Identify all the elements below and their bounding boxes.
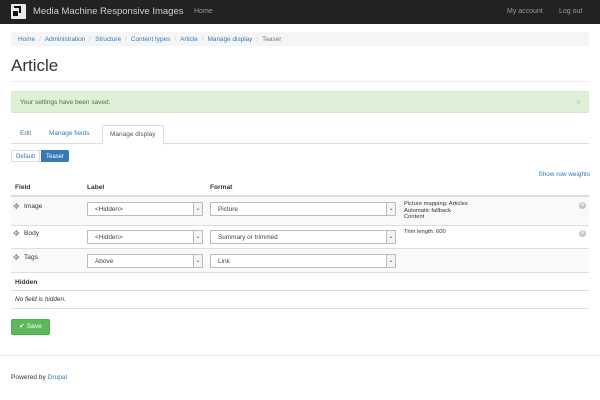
tab-manage-display[interactable]: Manage display — [102, 125, 164, 145]
format-select[interactable]: Link ⌄ — [210, 254, 396, 268]
label-select[interactable]: <Hidden> ⌄ — [87, 230, 203, 244]
save-button[interactable]: ✔ Save — [11, 319, 50, 335]
chevron-down-icon: ⌄ — [193, 231, 202, 243]
formatter-summary: Trim length: 600 — [404, 229, 446, 236]
breadcrumb-separator: / — [39, 35, 41, 43]
chevron-down-icon: ⌄ — [386, 231, 395, 243]
primary-tabs: Edit Manage fields Manage display — [11, 125, 589, 145]
breadcrumb-structure[interactable]: Structure — [95, 36, 121, 43]
summary-line: Content — [404, 214, 425, 221]
formatter-summary: Picture mapping: Articles Automatic fall… — [404, 201, 468, 221]
format-select-value: Summary or trimmed — [218, 234, 278, 241]
label-select[interactable]: <Hidden> ⌄ — [87, 202, 203, 216]
hidden-region-heading: Hidden — [15, 279, 38, 286]
row-divider — [11, 308, 589, 309]
title-divider — [11, 81, 589, 82]
top-navbar: Media Machine Responsive Images Home My … — [0, 0, 600, 24]
column-header-field: Field — [15, 184, 31, 191]
breadcrumb: Home / Administration / Structure / Content… — [11, 32, 589, 46]
column-header-format: Format — [210, 184, 233, 191]
format-select-value: Link — [218, 258, 230, 265]
breadcrumb-separator: / — [125, 35, 127, 43]
breadcrumb-administration[interactable]: Administration — [45, 36, 86, 43]
close-icon[interactable]: × — [576, 97, 581, 107]
nav-home-link[interactable]: Home — [194, 8, 213, 15]
column-header-label: Label — [87, 184, 105, 191]
label-select-value: Above — [95, 258, 114, 265]
breadcrumb-content-types[interactable]: Content types — [131, 36, 170, 43]
label-select-value: <Hidden> — [95, 206, 123, 213]
footer-divider — [0, 355, 600, 356]
chevron-down-icon: ⌄ — [193, 203, 202, 215]
breadcrumb-manage-display[interactable]: Manage display — [208, 36, 253, 43]
save-button-label: Save — [26, 323, 42, 330]
label-select[interactable]: Above ⌄ — [87, 254, 203, 268]
view-mode-teaser[interactable]: Teaser — [41, 150, 70, 162]
footer: Powered by Drupal — [11, 374, 67, 381]
gear-icon[interactable]: ⚙ — [579, 202, 586, 209]
drag-handle-icon[interactable]: ✥ — [13, 203, 20, 211]
gear-icon[interactable]: ⚙ — [579, 230, 586, 237]
breadcrumb-home[interactable]: Home — [18, 36, 35, 43]
field-name: Tags — [24, 254, 38, 261]
nav-my-account-link[interactable]: My account — [507, 8, 543, 15]
tab-manage-fields[interactable]: Manage fields — [42, 125, 96, 144]
format-select-value: Picture — [218, 206, 238, 213]
field-name: Image — [24, 203, 43, 210]
checkmark-icon: ✔ — [19, 323, 25, 330]
breadcrumb-separator: / — [174, 35, 177, 43]
summary-line: Automatic fallback — [404, 207, 452, 214]
status-message-text: Your settings have been saved. — [20, 99, 111, 106]
drag-handle-icon[interactable]: ✥ — [13, 230, 20, 238]
site-logo[interactable] — [11, 4, 26, 19]
breadcrumb-separator: / — [89, 35, 92, 43]
breadcrumb-separator: / — [201, 35, 204, 43]
site-name[interactable]: Media Machine Responsive Images — [33, 6, 184, 17]
format-select[interactable]: Picture ⌄ — [210, 202, 396, 216]
drag-handle-icon[interactable]: ✥ — [13, 254, 20, 262]
breadcrumb-article[interactable]: Article — [180, 36, 198, 43]
summary-line: Picture mapping: Articles — [404, 201, 468, 207]
page-title: Article — [11, 56, 59, 75]
footer-text: Powered by — [11, 374, 48, 381]
tab-edit[interactable]: Edit — [13, 125, 38, 144]
status-message: Your settings have been saved. × — [11, 91, 589, 113]
nav-log-out-link[interactable]: Log out — [559, 8, 582, 15]
row-divider — [11, 272, 589, 273]
label-select-value: <Hidden> — [95, 234, 123, 241]
breadcrumb-current: Teaser — [262, 35, 282, 43]
view-mode-default[interactable]: Default — [11, 150, 41, 162]
chevron-down-icon: ⌄ — [386, 203, 395, 215]
summary-line: Trim length: 600 — [404, 229, 446, 235]
breadcrumb-separator: / — [256, 35, 259, 43]
chevron-down-icon: ⌄ — [193, 255, 202, 267]
row-divider — [11, 290, 589, 291]
drupal-link[interactable]: Drupal — [48, 374, 67, 381]
hidden-region-empty-message: No field is hidden. — [15, 296, 66, 303]
format-select[interactable]: Summary or trimmed ⌄ — [210, 230, 396, 244]
field-name: Body — [24, 230, 40, 237]
show-row-weights-link[interactable]: Show row weights — [538, 171, 590, 178]
chevron-down-icon: ⌄ — [386, 255, 395, 267]
